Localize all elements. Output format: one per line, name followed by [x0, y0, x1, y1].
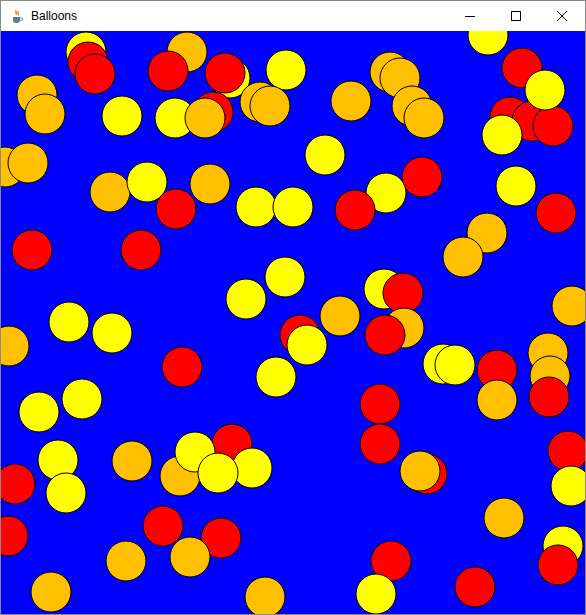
balloon	[198, 453, 238, 493]
balloon	[484, 498, 524, 538]
balloon	[1, 326, 29, 366]
balloon	[25, 94, 65, 134]
balloon	[536, 193, 576, 233]
window-title: Balloons	[31, 7, 77, 25]
balloon	[404, 98, 444, 138]
balloon	[477, 380, 517, 420]
balloon	[443, 237, 483, 277]
balloon	[551, 466, 585, 506]
balloon	[383, 273, 423, 313]
close-button[interactable]	[539, 1, 585, 31]
balloon	[468, 31, 508, 55]
balloon	[525, 70, 565, 110]
balloon	[232, 448, 272, 488]
balloon	[49, 302, 89, 342]
balloon	[31, 572, 71, 612]
balloon	[121, 230, 161, 270]
balloon	[1, 464, 35, 504]
balloon	[365, 315, 405, 355]
balloon	[112, 441, 152, 481]
balloon	[529, 377, 569, 417]
balloon-drawing	[1, 31, 585, 614]
balloon	[266, 50, 306, 90]
balloon	[538, 545, 578, 585]
balloon	[156, 189, 196, 229]
balloon	[533, 106, 573, 146]
balloon	[287, 325, 327, 365]
balloon	[245, 577, 285, 614]
balloon	[552, 286, 585, 326]
minimize-icon	[465, 11, 475, 21]
title-bar[interactable]: Balloons	[1, 1, 585, 31]
balloon	[1, 516, 28, 556]
balloon	[170, 537, 210, 577]
balloon	[360, 424, 400, 464]
balloon	[19, 392, 59, 432]
balloon	[455, 567, 495, 607]
balloon	[360, 384, 400, 424]
balloon	[400, 451, 440, 491]
window: Balloons	[0, 0, 586, 615]
balloon	[356, 574, 396, 614]
balloon	[92, 313, 132, 353]
balloon	[185, 98, 225, 138]
balloon	[256, 357, 296, 397]
balloon	[12, 230, 52, 270]
close-icon	[557, 11, 567, 21]
balloon	[143, 506, 183, 546]
maximize-button[interactable]	[493, 1, 539, 31]
balloon	[265, 257, 305, 297]
balloon	[148, 51, 188, 91]
maximize-icon	[511, 11, 521, 21]
balloon	[435, 345, 475, 385]
balloon	[205, 53, 245, 93]
balloon	[8, 143, 48, 183]
balloon	[273, 187, 313, 227]
balloon	[250, 86, 290, 126]
balloon	[548, 431, 585, 471]
balloon	[90, 172, 130, 212]
balloon	[402, 157, 442, 197]
balloon	[482, 115, 522, 155]
balloon	[106, 541, 146, 581]
balloon	[226, 279, 266, 319]
balloon	[320, 296, 360, 336]
balloon	[496, 166, 536, 206]
java-icon	[9, 8, 25, 24]
balloon	[75, 54, 115, 94]
balloon	[190, 164, 230, 204]
balloon	[236, 187, 276, 227]
balloon	[305, 135, 345, 175]
minimize-button[interactable]	[447, 1, 493, 31]
balloon	[162, 347, 202, 387]
balloon	[46, 473, 86, 513]
balloon	[331, 81, 371, 121]
balloon-canvas	[1, 31, 585, 614]
balloon	[62, 379, 102, 419]
balloon	[335, 190, 375, 230]
balloon	[102, 96, 142, 136]
